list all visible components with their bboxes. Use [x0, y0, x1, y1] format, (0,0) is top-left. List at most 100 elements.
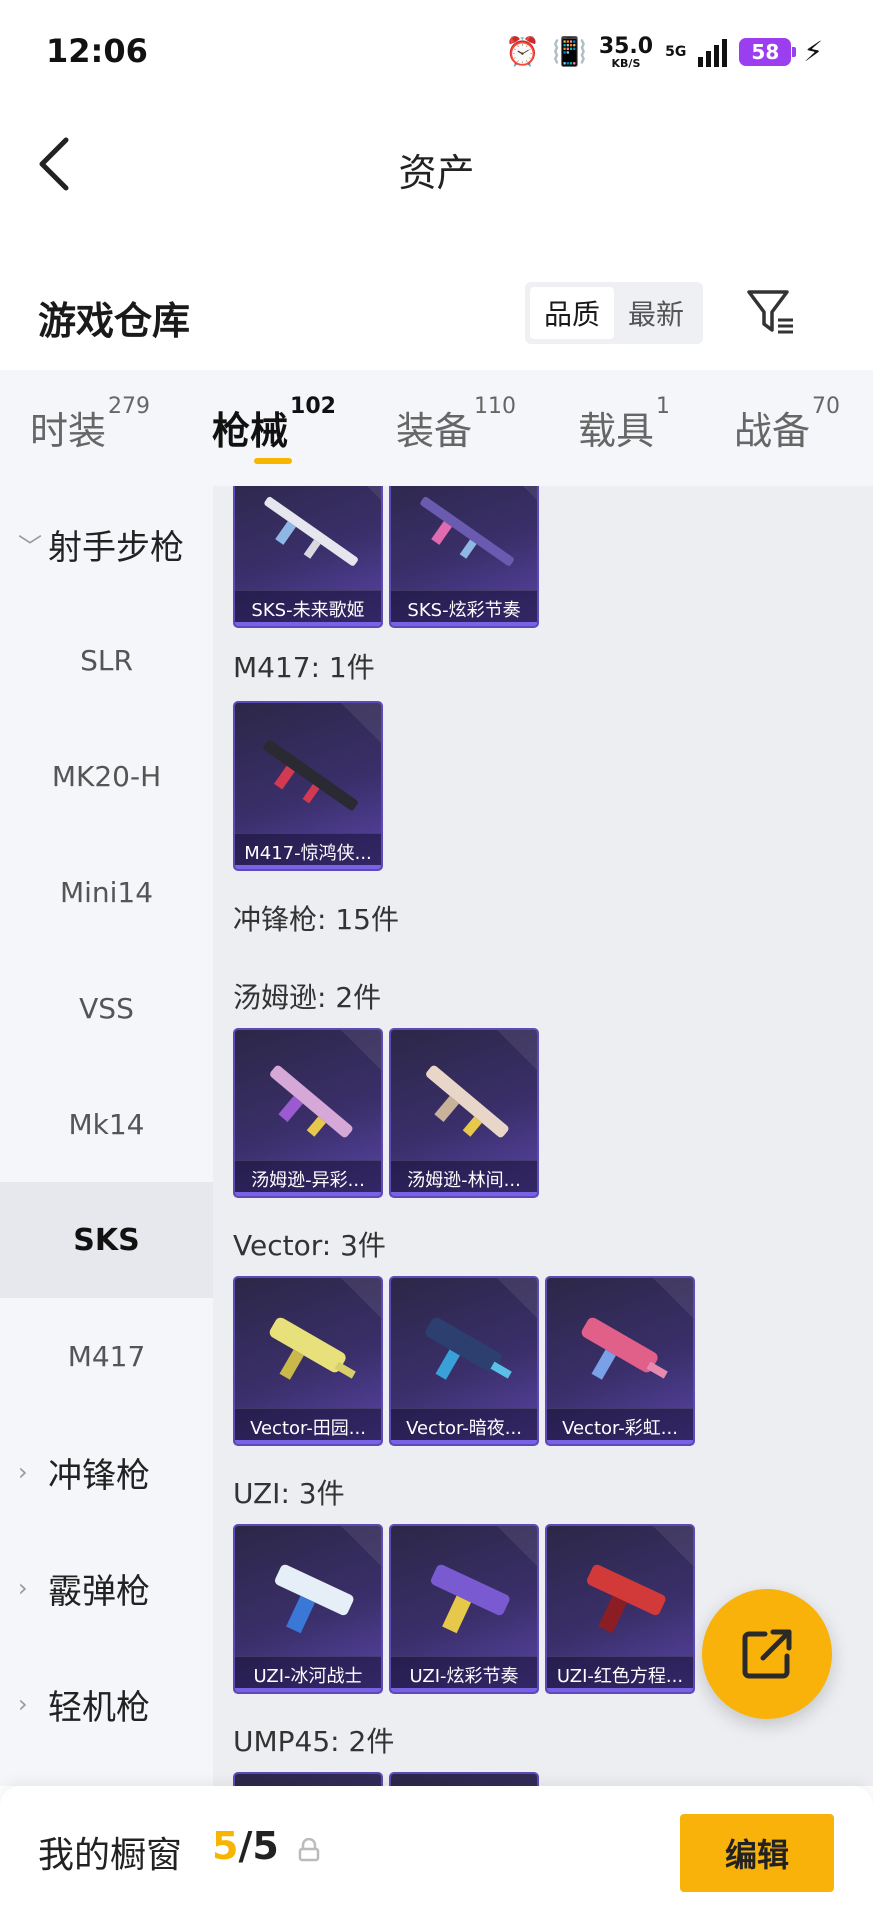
- weapon-card[interactable]: 汤姆逊-异彩...: [233, 1028, 383, 1198]
- smg-icon: [269, 1317, 356, 1380]
- weapon-card-label: UZI-冰河战士: [235, 1656, 381, 1692]
- tab-label: 枪械: [212, 409, 289, 453]
- tab-guns[interactable]: 枪械102: [212, 394, 336, 455]
- category-tabs: 时装279 枪械102 装备110 载具1 战备70: [0, 370, 873, 486]
- sidebar-item-label: 霰弹枪: [48, 1571, 150, 1612]
- tab-equipment[interactable]: 装备110: [396, 394, 516, 455]
- sidebar-item-smg[interactable]: › 冲锋枪: [0, 1414, 213, 1530]
- sidebar-item-sks[interactable]: SKS: [0, 1182, 213, 1298]
- status-time: 12:06: [46, 32, 148, 70]
- section-label-thompson: 汤姆逊: 2件: [233, 981, 382, 1014]
- weapon-card[interactable]: M417-惊鸿侠...: [233, 701, 383, 871]
- sort-toggle: 品质 最新: [525, 282, 703, 344]
- showcase-count-current: 5: [212, 1824, 239, 1868]
- sidebar-item-mini14[interactable]: Mini14: [0, 834, 213, 950]
- lock-icon: [298, 1838, 320, 1862]
- tab-fashion[interactable]: 时装279: [30, 394, 150, 455]
- smg-icon: [270, 1065, 353, 1138]
- pistol-icon: [586, 1564, 666, 1634]
- showcase-bar: 我的橱窗 5/5 编辑: [0, 1786, 873, 1920]
- smg-icon: [425, 1317, 512, 1380]
- tab-label: 装备: [396, 409, 473, 453]
- pistol-icon: [274, 1564, 354, 1634]
- tab-count: 70: [812, 394, 841, 419]
- weapon-card[interactable]: Vector-田园...: [233, 1276, 383, 1446]
- section-label-smg: 冲锋枪: 15件: [233, 903, 399, 936]
- sidebar-item-label: 轻机枪: [48, 1687, 150, 1728]
- weapon-card[interactable]: [389, 1772, 539, 1786]
- title-bar: 资产: [0, 104, 873, 224]
- pistol-icon: [430, 1564, 510, 1634]
- sort-option-newest[interactable]: 最新: [614, 287, 698, 339]
- chevron-right-icon: ›: [18, 1458, 28, 1486]
- tab-count: 110: [474, 394, 517, 419]
- network-speed-unit: KB/S: [611, 56, 641, 70]
- showcase-label: 我的橱窗: [38, 1835, 183, 1876]
- chevron-down-icon: ﹀: [18, 532, 42, 561]
- sidebar-item-mk14[interactable]: Mk14: [0, 1066, 213, 1182]
- sidebar-item-label: 射手步枪: [48, 527, 184, 568]
- weapon-card[interactable]: 汤姆逊-林间...: [389, 1028, 539, 1198]
- showcase-count-total: 5: [252, 1824, 279, 1868]
- section-label-ump45: UMP45: 2件: [233, 1725, 395, 1758]
- sort-option-quality[interactable]: 品质: [530, 287, 614, 339]
- weapon-card-label: Vector-田园...: [235, 1408, 381, 1444]
- weapon-card[interactable]: Vector-彩虹...: [545, 1276, 695, 1446]
- weapon-card[interactable]: UZI-红色方程...: [545, 1524, 695, 1694]
- weapon-card-label: UZI-红色方程...: [547, 1656, 693, 1692]
- tab-label: 时装: [30, 409, 107, 453]
- warehouse-title: 游戏仓库: [38, 299, 191, 343]
- alarm-icon: ⏰: [505, 35, 540, 68]
- smg-icon: [426, 1065, 509, 1138]
- weapon-type-sidebar: ﹀ 射手步枪 SLR MK20-H Mini14 VSS Mk14 SKS M41…: [0, 486, 213, 1786]
- section-label-uzi: UZI: 3件: [233, 1477, 345, 1510]
- tab-label: 载具: [578, 409, 655, 453]
- warehouse-header: 游戏仓库 品质 最新: [0, 260, 873, 370]
- vibrate-icon: 📳: [551, 35, 587, 68]
- weapon-card-label: SKS-未来歌姬: [235, 590, 381, 626]
- share-external-icon: [742, 1629, 792, 1679]
- sidebar-item-slr[interactable]: SLR: [0, 602, 213, 718]
- showcase-count-separator: /: [238, 1824, 253, 1868]
- sidebar-item-label: 冲锋枪: [48, 1455, 150, 1496]
- weapon-card[interactable]: SKS-炫彩节奏: [389, 486, 539, 628]
- weapon-card[interactable]: UZI-炫彩节奏: [389, 1524, 539, 1694]
- edit-button[interactable]: 编辑: [680, 1814, 834, 1892]
- weapon-card-label: M417-惊鸿侠...: [235, 833, 381, 869]
- tab-indicator: [254, 458, 292, 464]
- section-label-vector: Vector: 3件: [233, 1229, 386, 1262]
- network-speed-value: 35.0: [598, 33, 654, 59]
- filter-button[interactable]: [745, 286, 797, 338]
- rifle-icon: [420, 496, 514, 566]
- weapon-card-label: Vector-彩虹...: [547, 1408, 693, 1444]
- sidebar-item-shotgun[interactable]: › 霰弹枪: [0, 1530, 213, 1646]
- charging-icon: ⚡: [803, 35, 823, 68]
- battery-icon: 58: [739, 38, 797, 66]
- weapon-card-label: 汤姆逊-林间...: [391, 1160, 537, 1196]
- weapon-card[interactable]: UZI-冰河战士: [233, 1524, 383, 1694]
- network-type: 5G: [665, 44, 687, 60]
- weapon-card-label: SKS-炫彩节奏: [391, 590, 537, 626]
- signal-icon: [698, 37, 728, 67]
- weapon-card[interactable]: Vector-暗夜...: [389, 1276, 539, 1446]
- tab-vehicles[interactable]: 载具1: [578, 394, 670, 455]
- section-label-m417: M417: 1件: [233, 651, 375, 684]
- sidebar-item-m417[interactable]: M417: [0, 1298, 213, 1414]
- sidebar-item-vss[interactable]: VSS: [0, 950, 213, 1066]
- chevron-right-icon: ›: [18, 1690, 28, 1718]
- sidebar-item-mk20h[interactable]: MK20-H: [0, 718, 213, 834]
- weapon-card[interactable]: [233, 1772, 383, 1786]
- showcase-count: 5/5: [212, 1824, 279, 1868]
- rifle-icon: [264, 496, 358, 566]
- tab-supplies[interactable]: 战备70: [734, 394, 840, 455]
- tab-count: 102: [290, 394, 336, 419]
- share-button[interactable]: [702, 1589, 832, 1719]
- weapon-card-label: 汤姆逊-异彩...: [235, 1160, 381, 1196]
- sidebar-item-marksman-rifle[interactable]: ﹀ 射手步枪: [0, 486, 213, 602]
- weapon-card[interactable]: SKS-未来歌姬: [233, 486, 383, 628]
- network-speed: 35.0 KB/S: [598, 33, 654, 70]
- weapon-card-label: Vector-暗夜...: [391, 1408, 537, 1444]
- tab-label: 战备: [734, 409, 811, 453]
- tab-count: 279: [108, 394, 151, 419]
- sidebar-item-lmg[interactable]: › 轻机枪: [0, 1646, 213, 1762]
